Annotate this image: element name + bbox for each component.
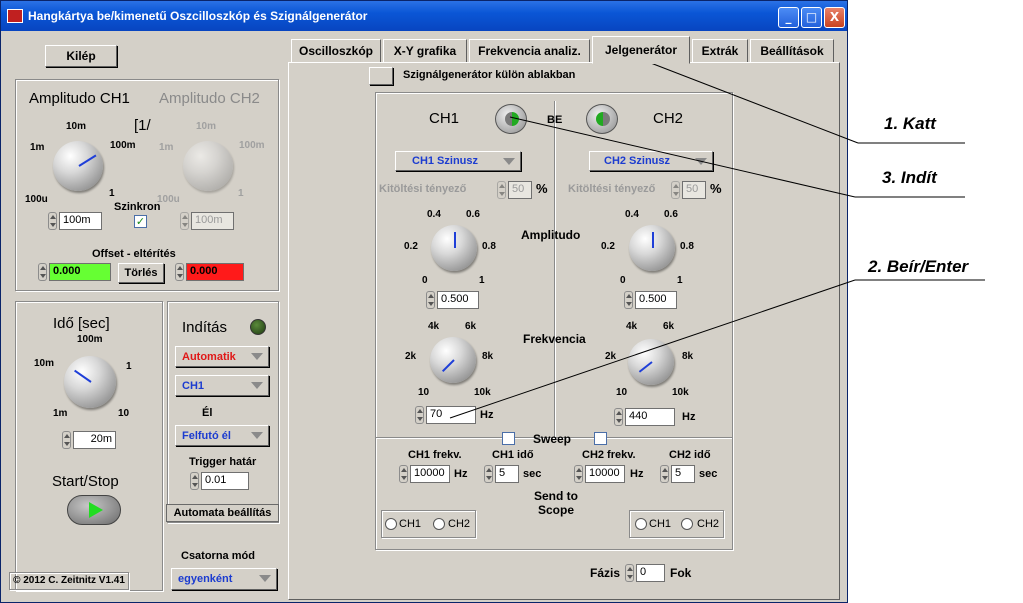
- annotation-step1: 1. Katt: [884, 114, 936, 133]
- annotation-step2: 2. Beír/Enter: [868, 257, 969, 276]
- annotation-step3: 3. Indít: [882, 168, 937, 187]
- annotation-line-2: [449, 279, 856, 419]
- annotation-lines: [449, 59, 985, 419]
- annotation-line-1: [642, 59, 859, 144]
- annotation-line-3: [509, 116, 856, 198]
- tab-signal-generator[interactable]: Jelgenerátor: [592, 36, 690, 64]
